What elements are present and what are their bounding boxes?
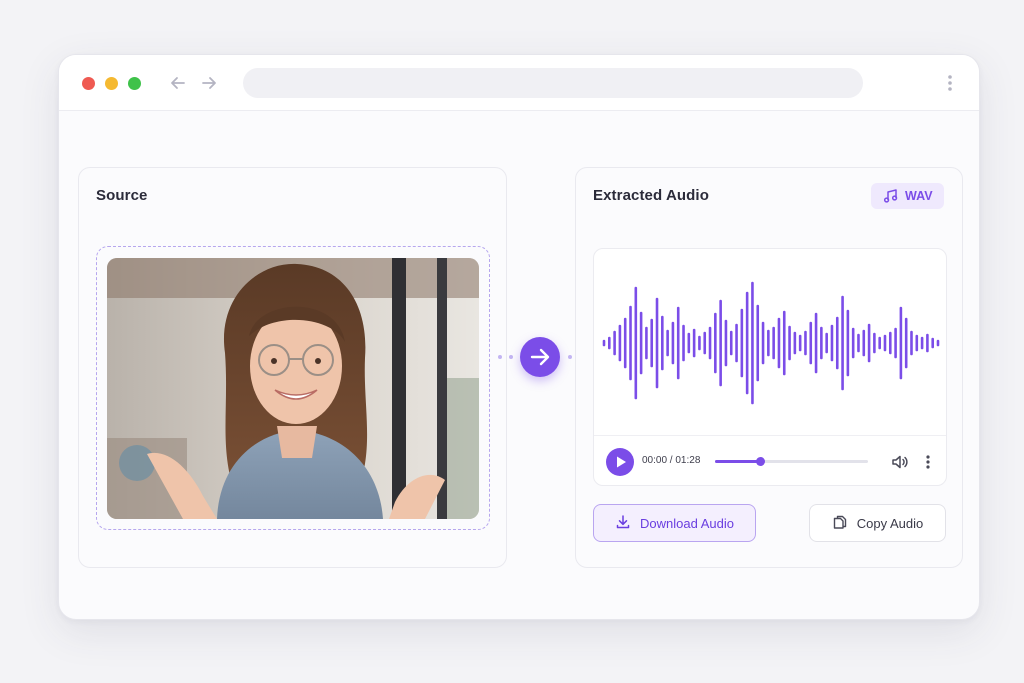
connector-dot [498, 355, 502, 359]
download-icon [615, 514, 631, 533]
music-note-icon [883, 188, 899, 204]
arrow-right-icon[interactable] [198, 72, 220, 94]
more-vertical-icon[interactable] [922, 452, 934, 472]
convert-button[interactable] [520, 337, 560, 377]
play-button[interactable] [606, 448, 634, 476]
source-panel: Source [78, 167, 507, 568]
kebab-menu-icon[interactable] [943, 71, 957, 95]
audio-player: 00:00 / 01:28 [593, 248, 947, 486]
seek-bar[interactable] [715, 457, 868, 466]
copy-audio-label: Copy Audio [856, 515, 924, 531]
copy-icon [832, 514, 848, 533]
volume-icon[interactable] [890, 452, 910, 472]
play-icon [617, 456, 626, 468]
address-bar[interactable] [243, 68, 863, 98]
seek-bar-progress [715, 460, 761, 463]
browser-window: Source Extracted Audio WAV 00:00 / 01:28… [58, 54, 980, 620]
close-window-button[interactable] [82, 77, 95, 90]
source-panel-title: Source [96, 187, 148, 204]
download-audio-button[interactable]: Download Audio [593, 504, 756, 542]
arrow-right-icon [530, 348, 550, 366]
copy-audio-button[interactable]: Copy Audio [809, 504, 946, 542]
audio-waveform[interactable] [594, 249, 947, 435]
download-audio-label: Download Audio [640, 515, 734, 531]
video-dropzone[interactable] [96, 246, 490, 530]
maximize-window-button[interactable] [128, 77, 141, 90]
player-controls: 00:00 / 01:28 [594, 435, 946, 485]
seek-bar-thumb[interactable] [756, 457, 766, 466]
connector-dot [509, 355, 513, 359]
minimize-window-button[interactable] [105, 77, 118, 90]
playback-time: 00:00 / 01:28 [642, 455, 701, 466]
arrow-left-icon[interactable] [167, 72, 189, 94]
format-badge-label: WAV [905, 189, 933, 203]
source-video-thumbnail[interactable] [107, 258, 479, 519]
audio-panel: Extracted Audio WAV 00:00 / 01:28 Downlo… [575, 167, 963, 568]
audio-panel-title: Extracted Audio [593, 187, 709, 204]
connector-dot [568, 355, 572, 359]
format-badge: WAV [871, 183, 944, 209]
browser-titlebar [59, 55, 979, 111]
